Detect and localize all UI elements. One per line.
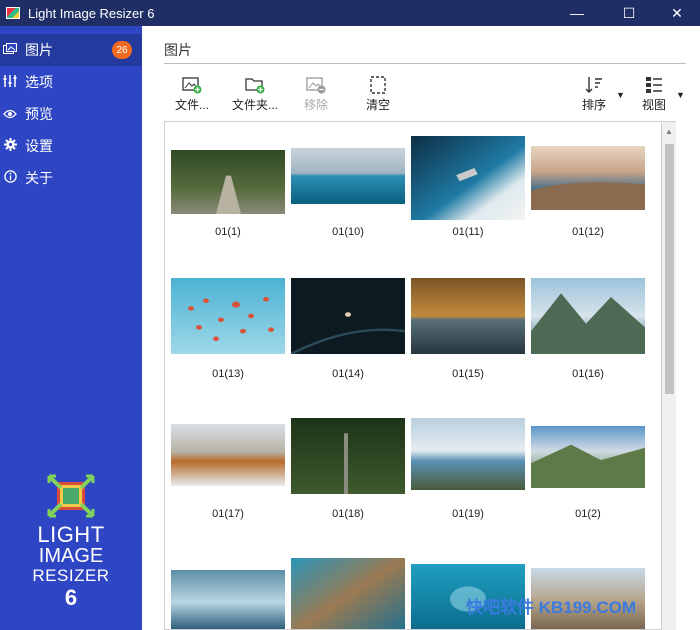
image-gallery: 01(1) 01(10) 01(11) 01(12) 01(13) 01(14) 01(15… [164,121,662,630]
sort-icon [570,74,618,96]
eye-icon [2,107,18,122]
thumbnail-image [291,418,405,494]
info-icon [2,170,18,186]
add-folder-icon [228,74,282,96]
thumbnail-image [171,150,285,214]
remove-label: 移除 [303,98,328,112]
clear-button[interactable]: 清空 [354,74,402,118]
logo-line-1: LIGHT [37,522,105,547]
maximize-button[interactable]: ☐ [606,0,652,26]
add-folder-button[interactable]: 文件夹... [228,74,282,118]
logo-line-3: RESIZER [32,566,110,585]
thumbnail-image [531,146,645,210]
sidebar-item-preview[interactable]: 预览 [0,98,142,130]
add-image-icon [168,74,216,96]
sidebar-item-label: 预览 [25,106,53,122]
scroll-up-arrow-icon[interactable]: ▲ [665,127,673,136]
sliders-icon [2,74,18,90]
thumbnail-caption: 01(13) [212,368,244,380]
view-label: 视图 [641,98,666,112]
thumbnail-image [171,570,285,629]
thumbnail-image [291,558,405,629]
app-icon [6,7,20,19]
thumbnail-caption: 01(14) [332,368,364,380]
image-count-badge: 26 [112,41,132,59]
view-button[interactable]: 视图 [630,74,678,118]
scroll-thumb[interactable] [665,144,674,394]
thumbnail-caption: 01(17) [212,508,244,520]
logo-line-2: IMAGE [38,545,104,567]
add-files-label: 文件... [174,98,209,112]
sidebar-item-label: 设置 [25,138,53,154]
thumbnail-caption: 01(1) [215,226,241,238]
add-files-button[interactable]: 文件... [168,74,216,118]
sidebar-item-options[interactable]: 选项 [0,66,142,98]
sort-label: 排序 [581,98,606,112]
sidebar-item-label: 关于 [25,170,53,186]
thumbnail-image [290,278,406,355]
sidebar: 图片 26 选项 预览 设置 关于 LIGHT IMAGE RESIZER 6 [0,26,142,630]
logo-line-4: 6 [64,585,78,610]
sidebar-item-pictures[interactable]: 图片 26 [0,34,142,66]
window-title: Light Image Resizer 6 [28,5,155,21]
sort-button[interactable]: 排序 [570,74,618,118]
main-panel: 图片 文件... 文件夹... 移除 清空 排序 ▼ 视图 ▼ 01(1) 01… [142,26,700,630]
sidebar-item-settings[interactable]: 设置 [0,130,142,162]
remove-image-icon [292,74,340,96]
title-bar: Light Image Resizer 6 — ☐ ✕ [0,0,700,26]
clear-label: 清空 [365,98,390,112]
thumbnail-caption: 01(16) [572,368,604,380]
view-dropdown-arrow-icon[interactable]: ▼ [676,90,685,100]
thumbnail-image [171,424,285,486]
page-title: 图片 [164,42,192,58]
gallery-scrollbar[interactable]: ▲ [662,121,676,630]
minimize-button[interactable]: — [554,0,600,26]
thumbnail-image [531,426,645,488]
remove-button[interactable]: 移除 [292,74,340,118]
sidebar-item-about[interactable]: 关于 [0,162,142,194]
sidebar-item-label: 图片 [25,42,53,58]
gear-icon [2,138,18,154]
watermark-text: 快吧软件 KB199.COM [466,598,637,617]
thumbnail-caption: 01(19) [452,508,484,520]
thumbnail-caption: 01(10) [332,226,364,238]
thumbnail-image [411,278,525,354]
view-list-icon [630,74,678,96]
sort-dropdown-arrow-icon[interactable]: ▼ [616,90,625,100]
thumbnail-caption: 01(15) [452,368,484,380]
images-icon [2,42,18,58]
add-folder-label: 文件夹... [231,98,278,112]
thumbnail-image [411,418,525,490]
app-logo: LIGHT IMAGE RESIZER 6 [0,474,142,611]
thumbnail-caption: 01(12) [572,226,604,238]
sidebar-item-label: 选项 [25,74,53,90]
thumbnail-caption: 01(11) [452,226,484,238]
clear-icon [354,74,402,96]
thumbnail-image [291,148,405,204]
logo-mark-icon [47,474,95,518]
thumbnail-image [411,136,525,220]
toolbar: 文件... 文件夹... 移除 清空 排序 ▼ 视图 ▼ [164,74,692,118]
thumbnail-image [531,278,645,354]
thumbnail-caption: 01(2) [575,508,601,520]
thumbnail-caption: 01(18) [332,508,364,520]
thumbnail-image [171,278,285,354]
close-button[interactable]: ✕ [654,0,700,26]
title-divider [164,63,686,64]
